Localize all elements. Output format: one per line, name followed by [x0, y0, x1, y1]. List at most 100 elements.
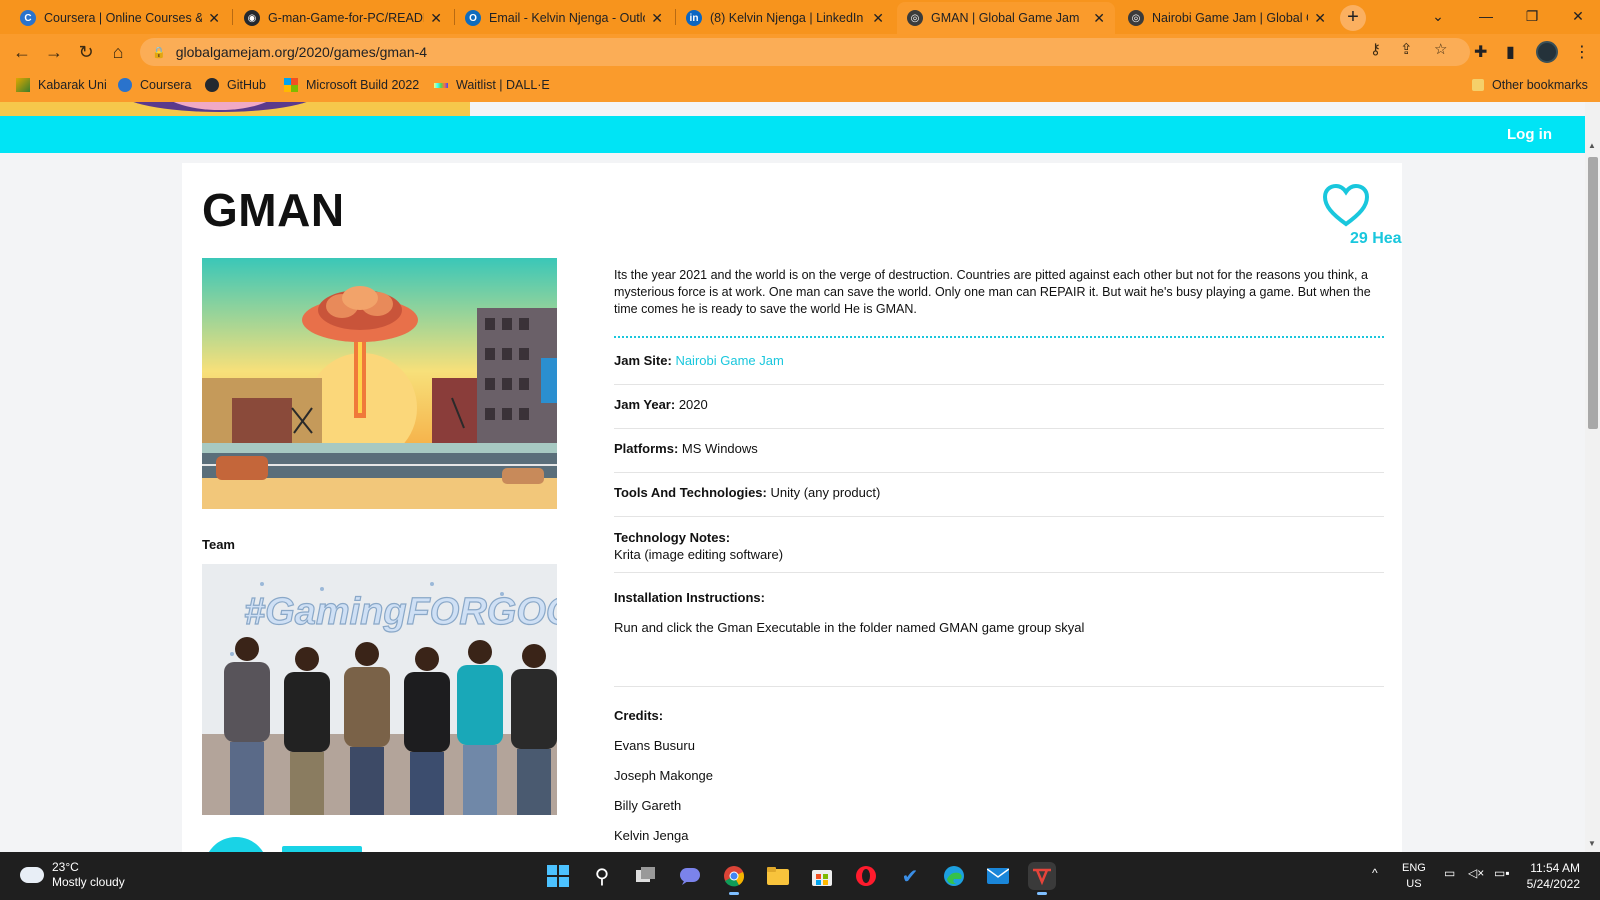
- technology-notes-value: Krita (image editing software): [614, 547, 784, 562]
- profile-avatar[interactable]: [1536, 41, 1558, 63]
- network-icon[interactable]: ▭: [1444, 866, 1455, 880]
- browser-tab[interactable]: O Email - Kelvin Njenga - Outlo ✕: [455, 2, 673, 34]
- file-explorer-icon[interactable]: [764, 862, 792, 890]
- side-panel-icon[interactable]: ▮: [1506, 42, 1515, 62]
- bookmarks-bar: Kabarak Uni Coursera GitHub Microsoft Bu…: [0, 70, 1600, 102]
- tab-title: Email - Kelvin Njenga - Outlo: [489, 11, 646, 25]
- tools-value: Unity (any product): [770, 485, 881, 500]
- browser-tab[interactable]: in (8) Kelvin Njenga | LinkedIn ✕: [676, 2, 894, 34]
- restore-button[interactable]: ❐: [1509, 4, 1555, 28]
- tab-title: Nairobi Game Jam | Global G: [1152, 11, 1309, 25]
- login-link[interactable]: Log in: [1507, 126, 1552, 143]
- platforms-row: Platforms: MS Windows: [614, 441, 1384, 473]
- volume-muted-icon[interactable]: ◁×: [1468, 866, 1484, 880]
- scrollbar-thumb[interactable]: [1588, 157, 1598, 429]
- mail-icon[interactable]: [984, 862, 1012, 890]
- clock[interactable]: 11:54 AM 5/24/2022: [1527, 860, 1580, 892]
- jam-site-link[interactable]: Nairobi Game Jam: [675, 353, 783, 368]
- browser-tab[interactable]: ◎ GMAN | Global Game Jam ✕: [897, 2, 1115, 34]
- browser-tab[interactable]: ◎ Nairobi Game Jam | Global G ✕: [1118, 2, 1336, 34]
- menu-icon[interactable]: ⋮: [1574, 42, 1590, 62]
- close-tab-icon[interactable]: ✕: [651, 10, 663, 27]
- outlook-icon: O: [465, 10, 481, 26]
- bookmark-label: Kabarak Uni: [38, 78, 107, 92]
- windows-taskbar: 23°C Mostly cloudy ⚲ ✔ ^ ENG US ▭ ◁× ▭▪ …: [0, 852, 1600, 900]
- github-icon: ◉: [244, 10, 260, 26]
- microsoft-store-icon[interactable]: [808, 862, 836, 890]
- other-bookmarks[interactable]: Other bookmarks: [1472, 78, 1588, 92]
- section-divider: [614, 336, 1384, 338]
- back-button[interactable]: ←: [10, 40, 34, 64]
- platforms-value: MS Windows: [681, 441, 758, 456]
- team-member-avatar[interactable]: [204, 837, 268, 853]
- technology-notes-label: Technology Notes:: [614, 530, 731, 545]
- game-cover-image[interactable]: [202, 258, 557, 509]
- close-tab-icon[interactable]: ✕: [872, 10, 884, 27]
- new-tab-button[interactable]: +: [1340, 5, 1366, 31]
- linkedin-icon: in: [686, 10, 702, 26]
- extensions-icon[interactable]: ✚: [1474, 42, 1487, 62]
- forward-button[interactable]: →: [42, 40, 66, 64]
- chrome-icon[interactable]: [720, 862, 748, 895]
- bookmark-coursera[interactable]: Coursera: [118, 78, 191, 92]
- tab-search-icon[interactable]: ⌄: [1415, 4, 1461, 28]
- bookmark-kabarak[interactable]: Kabarak Uni: [16, 78, 107, 92]
- tab-separator: [232, 9, 233, 25]
- credit-item: Kelvin Jenga: [614, 828, 689, 843]
- jam-site-row: Jam Site: Nairobi Game Jam: [614, 353, 1384, 385]
- bookmark-microsoft-build[interactable]: Microsoft Build 2022: [284, 78, 419, 92]
- weather-widget[interactable]: 23°C Mostly cloudy: [20, 860, 125, 890]
- bookmark-label: Waitlist | DALL·E: [456, 78, 550, 92]
- start-icon[interactable]: [544, 862, 572, 890]
- jam-year-value: 2020: [678, 397, 708, 412]
- address-bar[interactable]: 🔒 globalgamejam.org/2020/games/gman-4: [140, 38, 1470, 66]
- team-photo-text: #GamingFORGOOD: [244, 591, 557, 633]
- close-window-button[interactable]: ✕: [1555, 4, 1600, 28]
- bookmark-github[interactable]: GitHub: [205, 78, 266, 92]
- close-tab-icon[interactable]: ✕: [1093, 10, 1105, 27]
- browser-tab-bar: C Coursera | Online Courses & ✕ ◉ G-man-Gam…: [0, 0, 1600, 34]
- minimize-button[interactable]: —: [1463, 4, 1509, 28]
- battery-icon[interactable]: ▭▪: [1494, 866, 1510, 880]
- close-tab-icon[interactable]: ✕: [1314, 10, 1326, 27]
- task-view-icon[interactable]: [632, 862, 660, 890]
- team-photo[interactable]: #GamingFORGOOD: [202, 564, 557, 815]
- bookmark-star-icon[interactable]: ☆: [1434, 40, 1447, 58]
- heart-icon[interactable]: [1322, 184, 1370, 228]
- tray-overflow-icon[interactable]: ^: [1372, 866, 1378, 880]
- language: ENG: [1402, 862, 1426, 874]
- folder-icon: [1472, 79, 1484, 91]
- github-icon: [205, 78, 219, 92]
- language-indicator[interactable]: ENG US: [1402, 860, 1426, 892]
- opera-icon[interactable]: [852, 862, 880, 890]
- teams-chat-icon[interactable]: [676, 862, 704, 890]
- game-app-icon[interactable]: [1028, 862, 1056, 895]
- reload-button[interactable]: ↻: [74, 40, 98, 64]
- browser-toolbar: ← → ↻ ⌂ 🔒 globalgamejam.org/2020/games/g…: [0, 34, 1600, 70]
- tab-title: G-man-Game-for-PC/READM: [268, 11, 425, 25]
- bookmark-label: GitHub: [227, 78, 266, 92]
- scroll-up-arrow[interactable]: ▲: [1588, 141, 1596, 150]
- ggj-icon: ◎: [907, 10, 923, 26]
- kabarak-icon: [16, 78, 30, 92]
- microsoft-icon: [284, 78, 298, 92]
- key-icon[interactable]: ⚷: [1370, 40, 1381, 58]
- todo-icon[interactable]: ✔: [896, 862, 924, 890]
- search-icon[interactable]: ⚲: [588, 862, 616, 890]
- browser-tab[interactable]: ◉ G-man-Game-for-PC/READM ✕: [234, 2, 452, 34]
- temperature: 23°C: [52, 860, 79, 874]
- url-text: globalgamejam.org/2020/games/gman-4: [175, 44, 428, 60]
- share-icon[interactable]: ⇪: [1400, 40, 1413, 58]
- team-heading: Team: [202, 537, 235, 552]
- bookmark-dalle[interactable]: Waitlist | DALL·E: [434, 78, 550, 92]
- browser-tab[interactable]: C Coursera | Online Courses & ✕: [10, 2, 230, 34]
- edge-icon[interactable]: [940, 862, 968, 890]
- page-title: GMAN: [202, 184, 345, 236]
- credits-heading: Credits:: [614, 708, 664, 723]
- time: 11:54 AM: [1530, 861, 1580, 875]
- scroll-down-arrow[interactable]: ▼: [1588, 839, 1596, 848]
- close-tab-icon[interactable]: ✕: [208, 10, 220, 27]
- close-tab-icon[interactable]: ✕: [430, 10, 442, 27]
- tab-title: (8) Kelvin Njenga | LinkedIn: [710, 11, 864, 25]
- home-button[interactable]: ⌂: [106, 40, 130, 64]
